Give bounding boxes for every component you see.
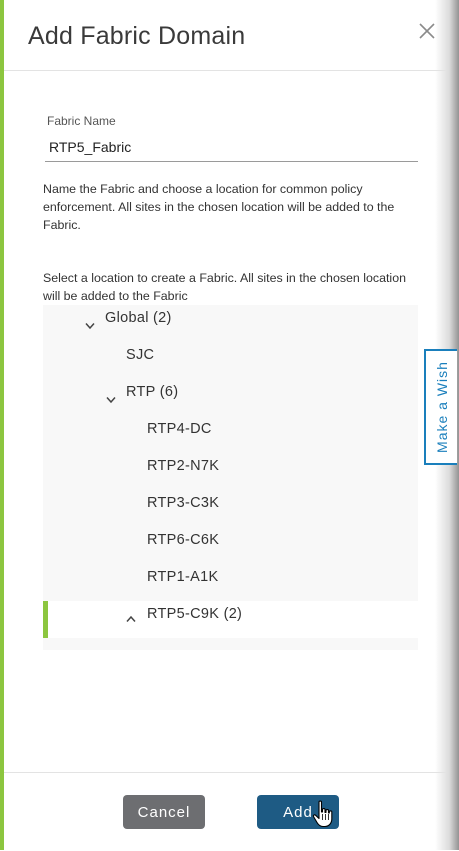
tree-node-label: RTP6-C6K: [147, 532, 220, 548]
tree-node-rtp5[interactable]: RTP5-C9K (2): [43, 601, 418, 638]
tree-node-rtp3[interactable]: RTP3-C3K: [43, 490, 418, 527]
chevron-up-icon[interactable]: [126, 615, 136, 623]
dialog-footer: Cancel Add: [4, 772, 446, 851]
location-tree: Global (2) SJC RTP (6) RTP4-DC RTP2-N7K …: [43, 305, 418, 650]
fabric-name-label: Fabric Name: [47, 114, 116, 128]
close-icon[interactable]: [418, 22, 436, 40]
dialog-header: Add Fabric Domain: [4, 0, 446, 71]
tree-node-label: RTP2-N7K: [147, 458, 220, 474]
chevron-down-icon[interactable]: [106, 396, 116, 404]
fabric-description: Name the Fabric and choose a location fo…: [43, 182, 395, 232]
dialog-title: Add Fabric Domain: [28, 22, 246, 50]
fabric-name-input[interactable]: [45, 132, 418, 162]
tree-node-global[interactable]: Global (2): [43, 305, 418, 342]
tree-node-label: RTP (6): [126, 384, 179, 400]
tree-node-label: Global (2): [105, 310, 172, 326]
tree-node-label: RTP3-C3K: [147, 495, 220, 511]
tree-node-label: RTP1-A1K: [147, 569, 219, 585]
tree-node-rtp1[interactable]: RTP1-A1K: [43, 564, 418, 601]
tree-node-rtp4[interactable]: RTP4-DC: [43, 416, 418, 453]
tree-node-sjc[interactable]: SJC: [43, 342, 418, 379]
cancel-button[interactable]: Cancel: [123, 795, 205, 829]
chevron-down-icon[interactable]: [85, 322, 95, 330]
tree-node-label: SJC: [126, 347, 155, 363]
tree-node-label: RTP4-DC: [147, 421, 212, 437]
tree-node-rtp6[interactable]: RTP6-C6K: [43, 527, 418, 564]
left-accent-bar: [0, 0, 4, 850]
tree-node-rtp2[interactable]: RTP2-N7K: [43, 453, 418, 490]
selected-indicator: [43, 601, 48, 638]
make-a-wish-label: Make a Wish: [433, 361, 450, 453]
tree-node-rtp[interactable]: RTP (6): [43, 379, 418, 416]
location-hint: Select a location to create a Fabric. Al…: [43, 271, 406, 303]
hand-cursor-icon: [312, 800, 333, 828]
tree-node-label: RTP5-C9K (2): [147, 606, 243, 622]
make-a-wish-tab[interactable]: Make a Wish: [424, 349, 457, 465]
